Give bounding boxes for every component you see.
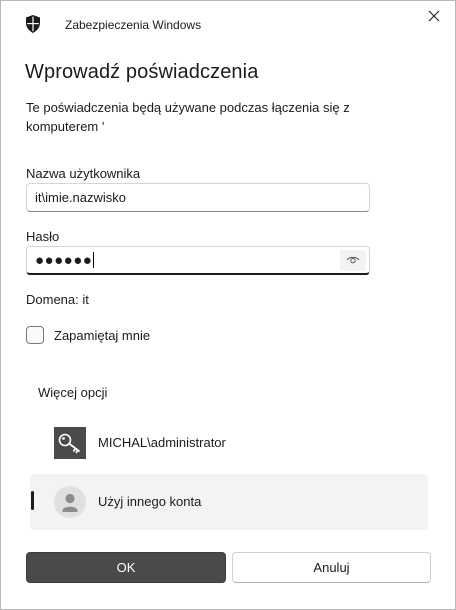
more-options-heading: Więcej opcji <box>38 385 108 400</box>
account-label-other: Użyj innego konta <box>98 494 202 509</box>
key-icon <box>54 427 86 459</box>
account-label-administrator: MICHAL\administrator <box>98 435 226 450</box>
close-button[interactable] <box>423 7 445 29</box>
user-avatar-icon <box>54 486 86 518</box>
username-value: it\imie.nazwisko <box>35 190 127 205</box>
remember-me-checkbox-row[interactable]: Zapamiętaj mnie <box>26 325 150 345</box>
eye-icon <box>346 253 360 268</box>
account-item-other[interactable]: Użyj innego konta <box>30 474 428 530</box>
reveal-password-button[interactable] <box>340 250 366 271</box>
text-caret <box>93 252 95 268</box>
password-field[interactable]: ●●●●●● <box>26 246 370 275</box>
domain-text: Domena: it <box>26 292 89 307</box>
window-title: Zabezpieczenia Windows <box>65 18 202 32</box>
password-masked-value: ●●●●●● <box>35 251 93 269</box>
remember-me-label: Zapamiętaj mnie <box>54 327 151 343</box>
selection-indicator <box>31 491 34 510</box>
credentials-dialog: Zabezpieczenia Windows Wprowadź poświadc… <box>0 0 456 610</box>
account-item-administrator[interactable]: MICHAL\administrator <box>30 415 428 471</box>
title-bar: Zabezpieczenia Windows <box>1 1 455 47</box>
remember-me-checkbox[interactable] <box>26 326 44 344</box>
ok-button[interactable]: OK <box>26 552 226 583</box>
password-label: Hasło <box>26 229 60 244</box>
username-field[interactable]: it\imie.nazwisko <box>26 183 370 212</box>
dialog-heading: Wprowadź poświadczenia <box>25 61 259 83</box>
username-label: Nazwa użytkownika <box>26 166 141 181</box>
close-icon <box>428 9 440 27</box>
cancel-button[interactable]: Anuluj <box>232 552 431 583</box>
shield-icon <box>25 15 41 33</box>
dialog-description: Te poświadczenia będą używane podczas łą… <box>26 100 350 134</box>
